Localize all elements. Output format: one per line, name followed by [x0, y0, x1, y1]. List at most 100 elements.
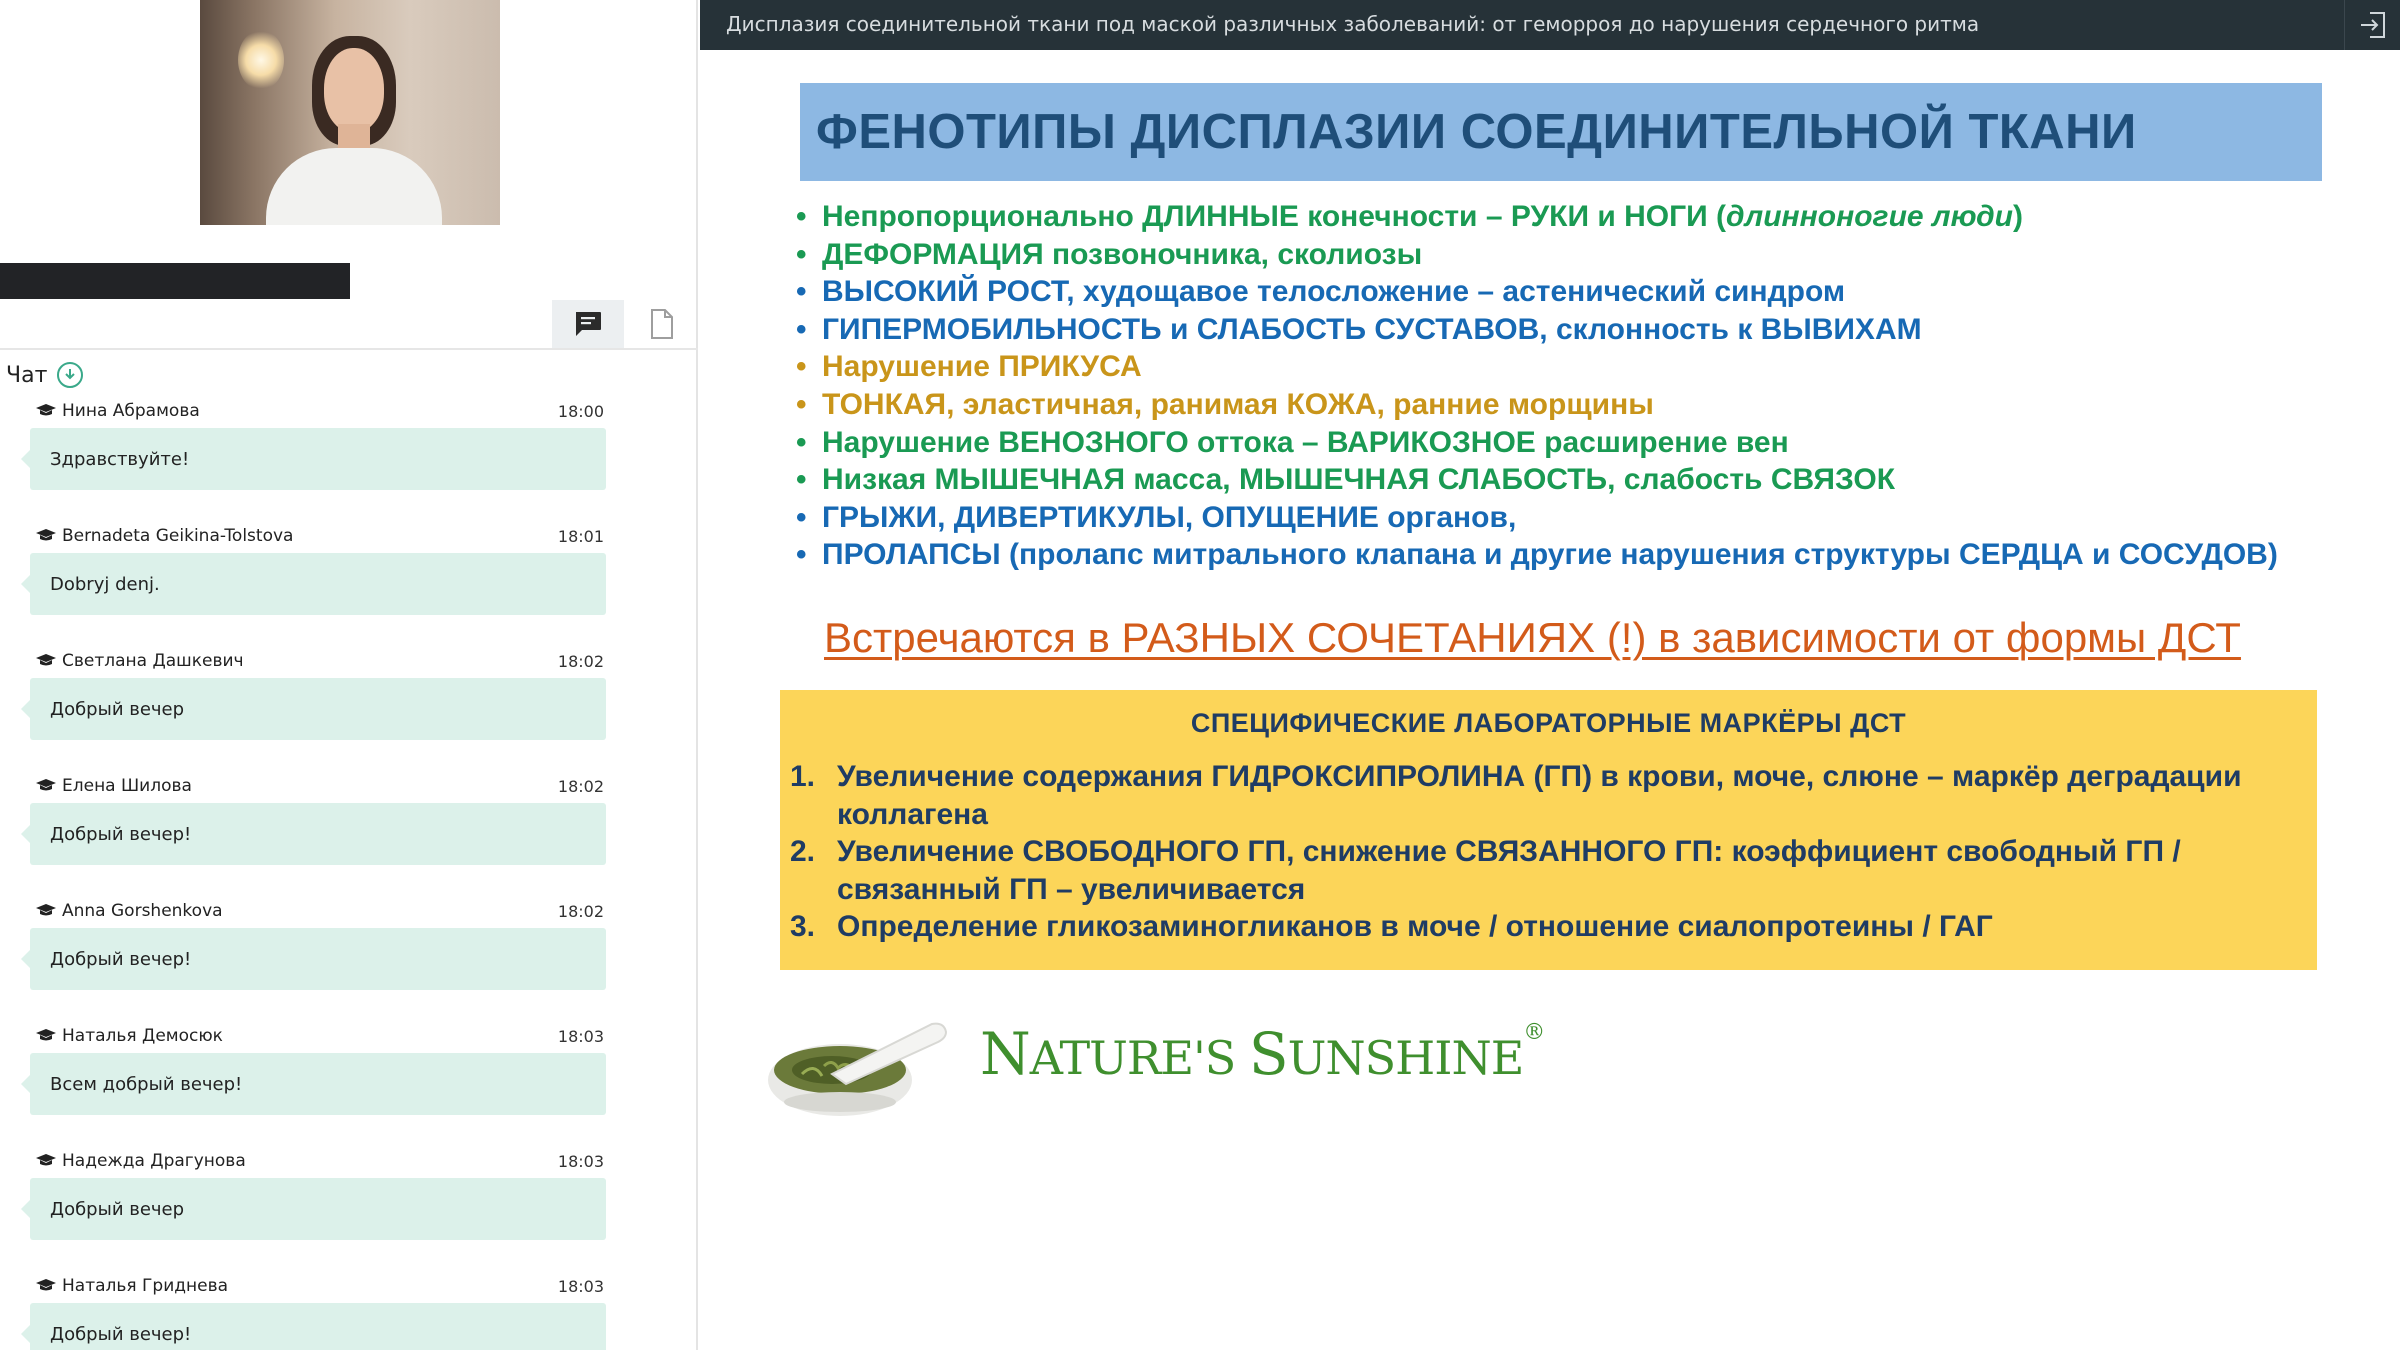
slide-title: ФЕНОТИПЫ ДИСПЛАЗИИ СОЕДИНИТЕЛЬНОЙ ТКАНИ — [800, 83, 2322, 181]
graduation-cap-icon — [36, 1279, 56, 1291]
chat-author: Елена Шилова — [62, 776, 192, 796]
mortar-pestle-icon — [768, 1022, 948, 1116]
chat-time: 18:03 — [557, 1027, 604, 1046]
presentation-title: Дисплазия соединительной ткани под маско… — [726, 12, 1980, 36]
chat-bubble: Добрый вечер! — [21, 1303, 606, 1350]
chat-author: Нина Абрамова — [62, 401, 200, 421]
lab-markers-box: СПЕЦИФИЧЕСКИЕ ЛАБОРАТОРНЫЕ МАРКЁРЫ ДСТ 1… — [780, 690, 2317, 970]
list-item: Нарушение ВЕНОЗНОГО оттока – ВАРИКОЗНОЕ … — [796, 424, 2296, 462]
list-item-text: Увеличение СВОБОДНОГО ГП, снижение СВЯЗА… — [837, 835, 2181, 906]
exit-icon — [2360, 12, 2385, 38]
chat-bubble: Dobryj denj. — [21, 553, 606, 615]
lab-markers-list: 1. Увеличение содержания ГИДРОКСИПРОЛИНА … — [790, 758, 2300, 946]
list-item-number: 1. — [790, 760, 816, 793]
chat-time: 18:01 — [557, 527, 604, 546]
chat-bubble: Добрый вечер — [21, 678, 606, 740]
chat-message-header: Наталья Демосюк 18:03 — [36, 1025, 606, 1047]
registered-mark: ® — [1523, 1020, 1545, 1045]
list-item: ПРОЛАПСЫ (пролапс митрального клапана и … — [796, 536, 2296, 574]
chat-author: Надежда Драгунова — [62, 1151, 246, 1171]
chat-message-header: Нина Абрамова 18:00 — [36, 400, 606, 422]
chat-author: Наталья Гриднева — [62, 1276, 229, 1296]
graduation-cap-icon — [36, 1154, 56, 1166]
list-item-number: 2. — [790, 835, 816, 869]
list-item: 3. Определение гликозаминогликанов в моче… — [790, 908, 2300, 946]
list-item: ГИПЕРМОБИЛЬНОСТЬ и СЛАБОСТЬ СУСТАВОВ, ск… — [796, 311, 2296, 349]
chat-bubble: Добрый вечер — [21, 1178, 606, 1240]
presentation-panel: Дисплазия соединительной ткани под маско… — [700, 0, 2400, 1350]
presentation-title-bar: Дисплазия соединительной ткани под маско… — [700, 0, 2400, 50]
list-item-text: Определение гликозаминогликанов в моче /… — [837, 910, 1993, 944]
chat-time: 18:03 — [557, 1277, 604, 1296]
list-item: ВЫСОКИЙ РОСТ, худощавое телосложение – а… — [796, 273, 2296, 311]
list-item-emphasis: длинноногие люди — [1726, 200, 2013, 233]
graduation-cap-icon — [36, 404, 56, 416]
list-item: 1. Увеличение содержания ГИДРОКСИПРОЛИНА … — [790, 758, 2300, 833]
list-item-number: 3. — [790, 910, 816, 944]
chat-time: 18:03 — [557, 1152, 604, 1171]
presenter-name-bar — [0, 263, 350, 299]
webcam-presenter-face — [324, 48, 384, 132]
chat-time: 18:02 — [557, 902, 604, 921]
chat-bubble: Добрый вечер! — [21, 928, 606, 990]
list-item: ТОНКАЯ, эластичная, ранимая КОЖА, ранние… — [796, 386, 2296, 424]
chat-time: 18:02 — [557, 777, 604, 796]
chat-author: Светлана Дашкевич — [62, 651, 244, 671]
chat-author: Наталья Демосюк — [62, 1026, 223, 1046]
chat-message-header: Елена Шилова 18:02 — [36, 775, 606, 797]
tab-files[interactable] — [626, 300, 698, 348]
chat-message-header: Светлана Дашкевич 18:02 — [36, 650, 606, 672]
panel-tabs — [0, 300, 698, 350]
exit-button[interactable] — [2344, 0, 2400, 50]
graduation-cap-icon — [36, 1029, 56, 1041]
chat-message: Надежда Драгунова 18:03 Добрый вечер — [21, 1146, 606, 1266]
download-circle-icon[interactable] — [57, 362, 84, 388]
list-item-text: Увеличение содержания ГИДРОКСИПРОЛИНА (Г… — [837, 760, 2242, 831]
chat-message-header: Надежда Драгунова 18:03 — [36, 1150, 606, 1172]
list-item: ГРЫЖИ, ДИВЕРТИКУЛЫ, ОПУЩЕНИЕ органов, — [796, 499, 2296, 537]
presenter-webcam-video — [200, 0, 500, 225]
company-logo: NATURE'S SUNSHINE® — [740, 1010, 1740, 1120]
brand-wordmark: NATURE'S SUNSHINE® — [980, 1020, 1545, 1088]
graduation-cap-icon — [36, 904, 56, 916]
graduation-cap-icon — [36, 529, 56, 541]
chat-message: Bernadeta Geikina-Tolstova 18:01 Dobryj … — [21, 521, 606, 641]
list-item: 2. Увеличение СВОБОДНОГО ГП, снижение СВЯ… — [790, 833, 2300, 908]
chat-message: Нина Абрамова 18:00 Здравствуйте! — [21, 396, 606, 516]
chat-message: Наталья Демосюк 18:03 Всем добрый вечер! — [21, 1021, 606, 1141]
list-item: Нарушение ПРИКУСА — [796, 348, 2296, 386]
chat-message: Елена Шилова 18:02 Добрый вечер! — [21, 771, 606, 891]
chat-time: 18:02 — [557, 652, 604, 671]
list-item-tail: ) — [2013, 200, 2023, 233]
chat-message-header: Anna Gorshenkova 18:02 — [36, 900, 606, 922]
webcam-presenter-shirt — [266, 148, 442, 225]
chat-message-header: Наталья Гриднева 18:03 — [36, 1275, 606, 1297]
document-icon — [651, 309, 673, 339]
brand-letters: UNSHINE — [1287, 1031, 1525, 1085]
sidebar-panel: Чат Нина Абрамова 18:00 Здравствуйте! Be… — [0, 0, 698, 1350]
chat-bubble: Добрый вечер! — [21, 803, 606, 865]
brand-letters: ATURE'S — [1029, 1031, 1249, 1085]
chat-bubble: Всем добрый вечер! — [21, 1053, 606, 1115]
chat-author: Anna Gorshenkova — [62, 901, 223, 921]
webcam-lamp-light — [238, 30, 284, 90]
brand-letter: S — [1248, 1020, 1289, 1088]
list-item-text: Непропорционально ДЛИННЫЕ конечности – Р… — [822, 200, 1727, 233]
tab-chat[interactable] — [552, 300, 624, 348]
chat-header: Чат — [6, 362, 84, 388]
list-item: Низкая МЫШЕЧНАЯ масса, МЫШЕЧНАЯ СЛАБОСТЬ… — [796, 461, 2296, 499]
list-item: Непропорционально ДЛИННЫЕ конечности – Р… — [796, 198, 2296, 236]
brand-letter: N — [980, 1020, 1031, 1088]
chat-bubble: Здравствуйте! — [21, 428, 606, 490]
graduation-cap-icon — [36, 654, 56, 666]
chat-message: Anna Gorshenkova 18:02 Добрый вечер! — [21, 896, 606, 1016]
chat-bubble-icon — [576, 312, 601, 336]
phenotype-list: Непропорционально ДЛИННЫЕ конечности – Р… — [796, 198, 2296, 574]
chat-message-header: Bernadeta Geikina-Tolstova 18:01 — [36, 525, 606, 547]
list-item: ДЕФОРМАЦИЯ позвоночника, сколиозы — [796, 236, 2296, 274]
chat-time: 18:00 — [557, 402, 604, 421]
chat-message: Светлана Дашкевич 18:02 Добрый вечер — [21, 646, 606, 766]
slide: ФЕНОТИПЫ ДИСПЛАЗИИ СОЕДИНИТЕЛЬНОЙ ТКАНИ … — [740, 70, 2322, 1130]
graduation-cap-icon — [36, 779, 56, 791]
lab-markers-title: СПЕЦИФИЧЕСКИЕ ЛАБОРАТОРНЫЕ МАРКЁРЫ ДСТ — [1190, 708, 1907, 738]
